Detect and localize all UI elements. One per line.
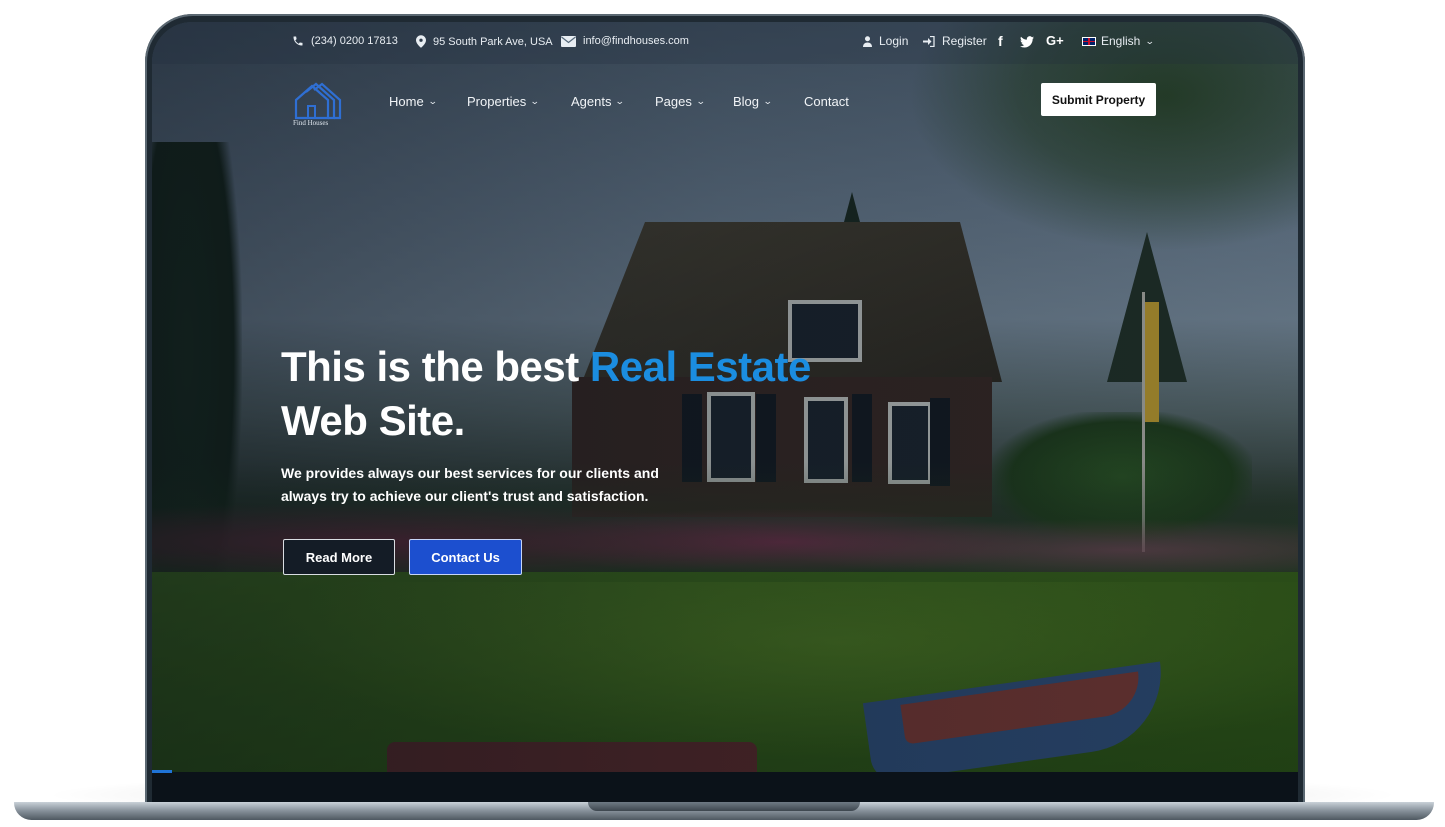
facebook-icon[interactable]: f [998,33,1003,49]
laptop-base-notch [588,802,860,811]
address-text: 95 South Park Ave, USA [433,35,553,48]
logo-text: Find Houses [293,119,329,127]
envelope-icon [561,35,576,47]
nav-label: Home [389,94,424,109]
nav-pages[interactable]: Pages ⌄ [655,94,706,109]
nav-label: Agents [571,94,612,109]
language-label: English [1101,34,1141,48]
laptop-screen: (234) 0200 17813 95 South Park Ave, USA … [152,22,1298,804]
chevron-down-icon: ⌄ [615,96,626,106]
login-link[interactable]: Login [863,34,908,48]
nav-properties[interactable]: Properties ⌄ [467,94,540,109]
register-label: Register [942,34,987,48]
nav-label: Pages [655,94,692,109]
login-label: Login [879,34,909,48]
houses-logo-icon [294,82,342,120]
hero-title: This is the best Real Estate Web Site. [281,340,811,448]
hero-subtitle: We provides always our best services for… [281,465,659,504]
address-info: 95 South Park Ave, USA [416,35,553,48]
register-link[interactable]: Register [923,34,987,48]
nav-label: Blog [733,94,760,109]
hero-title-pre: This is the best [281,343,590,390]
chevron-down-icon: ⌄ [762,96,773,106]
nav-agents[interactable]: Agents ⌄ [571,94,626,109]
nav-label: Contact [804,94,849,109]
google-plus-icon[interactable]: G+ [1046,33,1064,48]
nav-home[interactable]: Home ⌄ [389,94,438,109]
language-selector[interactable]: English ⌄ [1082,34,1156,48]
chevron-down-icon: ⌄ [695,96,706,106]
user-icon [863,35,872,47]
phone-icon [292,35,304,47]
nav-contact[interactable]: Contact [804,94,849,109]
hero-title-accent: Real Estate [589,343,811,390]
chevron-down-icon: ⌄ [1145,35,1156,46]
nav-label: Properties [467,94,527,109]
nav-blog[interactable]: Blog ⌄ [733,94,773,109]
sign-in-icon [923,35,935,47]
map-marker-icon [416,35,426,48]
email-text: info@findhouses.com [583,35,689,47]
bottom-accent [152,770,172,773]
uk-flag-icon [1082,36,1096,46]
top-info-bar: (234) 0200 17813 95 South Park Ave, USA … [152,22,1298,64]
page-bottom-section [152,772,1298,804]
email-info[interactable]: info@findhouses.com [561,35,689,47]
chevron-down-icon: ⌄ [530,96,540,106]
phone-number: (234) 0200 17813 [311,35,398,47]
read-more-button[interactable]: Read More [283,539,395,575]
chevron-down-icon: ⌄ [427,96,438,106]
phone-info[interactable]: (234) 0200 17813 [292,35,398,47]
contact-us-button[interactable]: Contact Us [409,539,522,575]
hero-title-post: Web Site. [281,397,465,444]
submit-property-button[interactable]: Submit Property [1041,83,1156,116]
twitter-icon[interactable] [1020,35,1034,51]
